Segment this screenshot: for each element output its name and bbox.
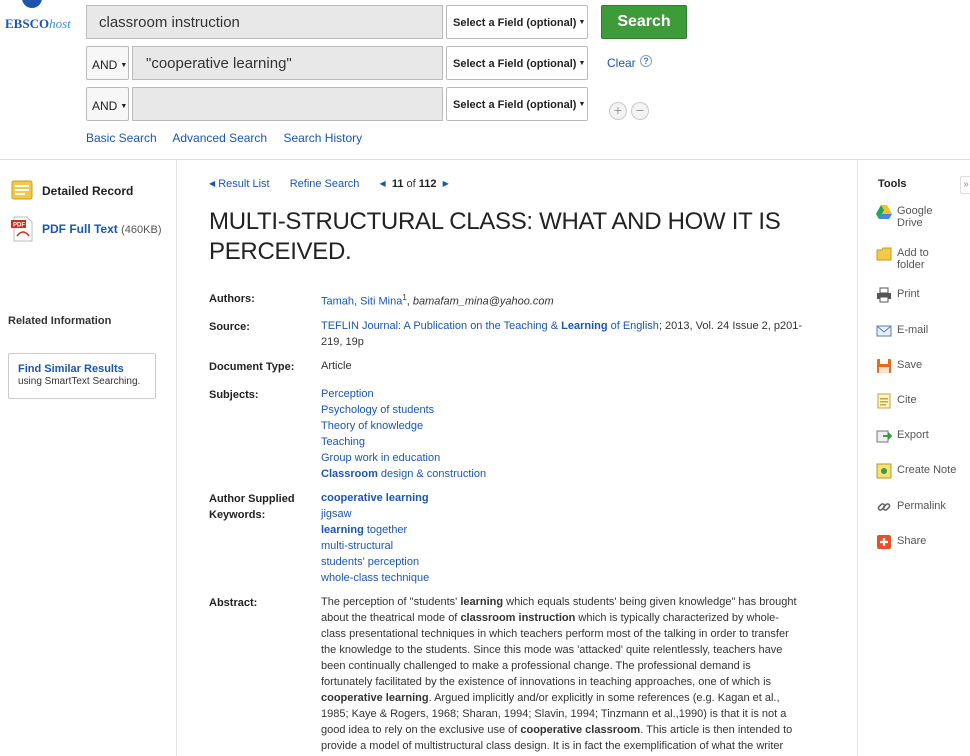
help-icon[interactable]: ? <box>640 55 652 67</box>
tools-heading: Tools <box>878 178 907 190</box>
record-main: ◀ Result List Refine Search ◀ 11 of 112 … <box>176 160 858 756</box>
note-icon <box>876 463 892 479</box>
abstract-text: The perception of "students' learning wh… <box>321 596 797 752</box>
boolean-select-3[interactable]: AND ▼ <box>86 87 129 121</box>
pdf-full-text-label: PDF Full Text (460KB) <box>42 222 162 236</box>
refine-search-link[interactable]: Refine Search <box>290 178 360 190</box>
field-select-1[interactable]: Select a Field (optional) ▼ <box>446 5 588 39</box>
ebscohost-logo[interactable]: EBSCOhost <box>4 0 80 40</box>
related-information-heading: Related Information <box>8 315 112 327</box>
tool-label: Share <box>897 535 927 547</box>
search-header: EBSCOhost classroom instruction Select a… <box>0 0 970 160</box>
abstract-label: Abstract: <box>209 597 258 609</box>
left-arrow-icon: ◀ <box>209 179 216 188</box>
keyword-link[interactable]: jigsaw <box>321 506 821 522</box>
search-term-input-2[interactable]: "cooperative learning" <box>132 46 443 80</box>
add-row-icon[interactable]: + <box>609 102 627 120</box>
tool-label: Print <box>897 288 920 300</box>
find-similar-box[interactable]: Find Similar Results using SmartText Sea… <box>8 353 156 399</box>
next-record-icon[interactable]: ▶ <box>443 179 449 188</box>
subjects-list: Perception Psychology of students Theory… <box>321 386 821 482</box>
keywords-label: Author Supplied Keywords: <box>209 493 295 521</box>
find-similar-link[interactable]: Find Similar Results <box>18 363 155 375</box>
link-icon <box>877 503 891 511</box>
keywords-list: cooperative learning jigsaw learning tog… <box>321 490 821 586</box>
keyword-link[interactable]: students' perception <box>321 554 821 570</box>
cite-icon <box>877 393 891 409</box>
chevron-down-icon: ▼ <box>578 101 586 108</box>
subject-link[interactable]: Theory of knowledge <box>321 418 821 434</box>
keyword-link[interactable]: cooperative learning <box>321 490 821 506</box>
chevron-down-icon: ▼ <box>578 19 586 26</box>
result-list-link[interactable]: Result List <box>218 178 269 190</box>
subject-link[interactable]: Classroom design & construction <box>321 466 821 482</box>
collapse-tools-icon[interactable]: » <box>960 176 970 194</box>
keyword-link[interactable]: multi-structural <box>321 538 821 554</box>
tool-label: Cite <box>897 394 917 406</box>
clear-link[interactable]: Clear <box>607 56 636 70</box>
detailed-record-label: Detailed Record <box>42 184 134 198</box>
find-similar-subtext: using SmartText Searching. <box>18 376 141 387</box>
search-term-input-3[interactable] <box>132 87 443 121</box>
tool-label: Google Drive <box>897 205 933 229</box>
tool-label: E-mail <box>897 324 929 336</box>
record-title: MULTI-STRUCTURAL CLASS: WHAT AND HOW IT … <box>209 208 781 265</box>
tool-label: Permalink <box>897 500 946 512</box>
basic-search-link[interactable]: Basic Search <box>86 131 157 145</box>
source-value: TEFLIN Journal: A Publication on the Tea… <box>321 320 803 348</box>
advanced-search-link[interactable]: Advanced Search <box>172 131 267 145</box>
record-navigation: ◀ Result List Refine Search ◀ 11 of 112 … <box>209 178 449 190</box>
keyword-link[interactable]: whole-class technique <box>321 570 821 586</box>
tool-label: Save <box>897 359 923 371</box>
chevron-down-icon: ▼ <box>120 103 128 110</box>
record-of-text: of <box>406 178 416 190</box>
printer-icon <box>877 287 891 303</box>
document-type-value: Article <box>321 360 352 372</box>
search-button[interactable]: Search <box>601 5 687 39</box>
journal-link[interactable]: TEFLIN Journal: A Publication on the Tea… <box>321 320 659 332</box>
tool-label: Create Note <box>897 464 957 476</box>
subject-link[interactable]: Group work in education <box>321 450 821 466</box>
boolean-select-2[interactable]: AND ▼ <box>86 46 129 80</box>
email-icon <box>876 325 892 337</box>
search-mode-links: Basic Search Advanced Search Search Hist… <box>86 131 375 145</box>
subject-link[interactable]: Perception <box>321 386 821 402</box>
current-record-number: 11 <box>391 178 404 190</box>
field-select-2[interactable]: Select a Field (optional) ▼ <box>446 46 588 80</box>
chevron-down-icon: ▼ <box>120 62 128 69</box>
detailed-record-icon <box>11 180 33 200</box>
remove-row-icon[interactable]: − <box>631 102 649 120</box>
tool-label: Add to folder <box>897 247 929 271</box>
total-records-number: 112 <box>418 178 437 190</box>
subject-link[interactable]: Teaching <box>321 434 821 450</box>
previous-record-icon[interactable]: ◀ <box>380 179 386 188</box>
author-link[interactable]: Tamah, Siti Mina <box>321 296 402 308</box>
search-term-input-1[interactable]: classroom instruction <box>86 5 443 39</box>
save-icon <box>877 359 891 373</box>
field-select-3[interactable]: Select a Field (optional) ▼ <box>446 87 588 121</box>
svg-text:PDF: PDF <box>13 223 25 229</box>
chevron-down-icon: ▼ <box>578 60 586 67</box>
google-drive-icon <box>876 205 892 219</box>
subject-link[interactable]: Psychology of students <box>321 402 821 418</box>
globe-icon <box>22 0 42 8</box>
folder-icon <box>876 247 892 261</box>
authors-label: Authors: <box>209 293 255 305</box>
keyword-link[interactable]: learning together <box>321 522 821 538</box>
pdf-icon: PDF <box>11 216 33 242</box>
tool-label: Export <box>897 429 929 441</box>
author-email: bamafam_mina@yahoo.com <box>412 295 554 308</box>
source-label: Source: <box>209 321 250 333</box>
export-icon <box>876 430 892 443</box>
subjects-label: Subjects: <box>209 389 259 401</box>
authors-value: Tamah, Siti Mina1, bamafam_mina@yahoo.co… <box>321 293 554 308</box>
share-icon <box>877 535 891 549</box>
search-history-link[interactable]: Search History <box>283 131 362 145</box>
logo-text: EBSCOhost <box>5 16 71 31</box>
document-type-label: Document Type: <box>209 361 295 373</box>
